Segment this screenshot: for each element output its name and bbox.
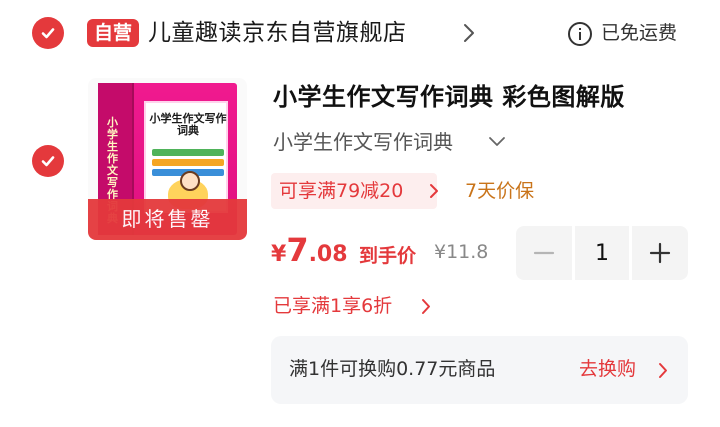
price-protection-tag: 7天价保 bbox=[465, 180, 535, 202]
book-cover-title: 小学生作文写作词典 bbox=[149, 112, 227, 137]
quantity-stepper: 1 bbox=[516, 226, 688, 280]
cover-band bbox=[152, 159, 224, 166]
item-select-checkbox[interactable] bbox=[32, 145, 64, 177]
book-cover-frame: 小学生作文写作词典 bbox=[144, 101, 228, 213]
coupon-tag[interactable]: 可享满79减20 bbox=[271, 173, 438, 209]
decrease-quantity-button[interactable] bbox=[516, 226, 572, 280]
shipping-status: 已免运费 bbox=[601, 22, 678, 44]
minus-icon bbox=[533, 251, 555, 255]
variant-selector[interactable]: 小学生作文写作词典 bbox=[273, 127, 453, 157]
shop-select-checkbox[interactable] bbox=[32, 17, 64, 49]
price-integer: 7 bbox=[286, 231, 309, 269]
sold-out-soon-label: 即将售罄 bbox=[88, 199, 247, 240]
check-icon bbox=[41, 156, 55, 167]
currency-symbol: ¥ bbox=[271, 242, 287, 267]
chevron-right-icon[interactable] bbox=[658, 362, 669, 379]
increase-quantity-button[interactable] bbox=[632, 226, 688, 280]
info-icon[interactable] bbox=[568, 22, 592, 46]
swap-purchase-link[interactable]: 去换购 bbox=[579, 354, 636, 384]
final-price-label: 到手价 bbox=[359, 245, 417, 267]
check-icon bbox=[41, 28, 55, 39]
product-title[interactable]: 小学生作文写作词典 彩色图解版 bbox=[273, 80, 625, 114]
swap-purchase-text: 满1件可换购0.77元商品 bbox=[289, 358, 496, 380]
final-price: ¥7.08 bbox=[271, 231, 348, 269]
swap-purchase-box[interactable]: 满1件可换购0.77元商品 去换购 bbox=[271, 336, 688, 404]
chevron-right-icon[interactable] bbox=[460, 22, 478, 44]
quantity-input[interactable]: 1 bbox=[575, 226, 629, 280]
original-price: ¥11.8 bbox=[434, 241, 489, 263]
chevron-right-icon[interactable] bbox=[421, 298, 432, 315]
self-operated-badge: 自营 bbox=[87, 19, 140, 47]
price-decimal: .08 bbox=[308, 242, 348, 267]
shop-name-link[interactable]: 儿童趣读京东自营旗舰店 bbox=[148, 16, 407, 50]
chevron-right-icon[interactable] bbox=[428, 182, 440, 200]
shop-header: 自营 儿童趣读京东自营旗舰店 已免运费 bbox=[0, 0, 720, 66]
promotion-link[interactable]: 已享满1享6折 bbox=[273, 291, 392, 321]
cover-band bbox=[152, 149, 224, 156]
plus-icon bbox=[649, 242, 671, 264]
chevron-down-icon[interactable] bbox=[488, 135, 506, 149]
